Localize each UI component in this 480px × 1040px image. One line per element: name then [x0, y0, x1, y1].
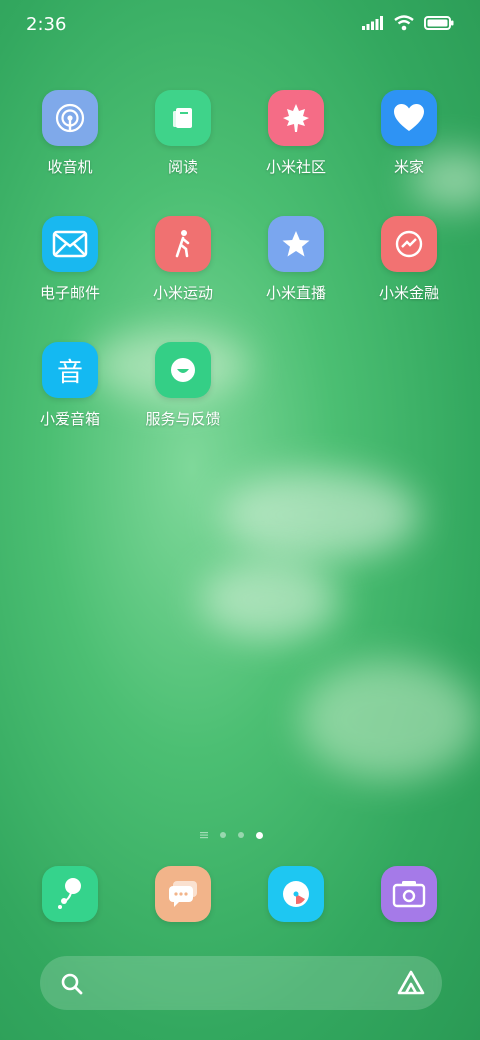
- app-service-feedback[interactable]: 服务与反馈: [128, 342, 238, 429]
- app-mi-community[interactable]: 小米社区: [241, 90, 351, 177]
- book-icon: [155, 90, 211, 146]
- search-icon: [61, 973, 83, 995]
- app-mi-finance[interactable]: 小米金融: [354, 216, 464, 303]
- wallpaper-flower: [220, 470, 420, 560]
- page-dot: [220, 832, 226, 838]
- app-label: 电子邮件: [39, 284, 100, 302]
- wifi-icon: [394, 15, 414, 31]
- chat-icon: [155, 866, 211, 922]
- maple-leaf-icon: [268, 90, 324, 146]
- speaker-glyph-icon: 音: [42, 342, 98, 398]
- app-label: 小米运动: [152, 284, 213, 302]
- app-label: 小爱音箱: [39, 410, 100, 428]
- dock-app-4[interactable]: [354, 866, 464, 922]
- dock-app-1[interactable]: [15, 866, 125, 922]
- assistant-icon[interactable]: [396, 969, 426, 997]
- dock-app-2[interactable]: [128, 866, 238, 922]
- star-icon: [268, 216, 324, 272]
- status-time: 2:36: [26, 14, 67, 35]
- heart-icon: [381, 90, 437, 146]
- page-indicator[interactable]: [200, 831, 263, 839]
- mail-icon: [42, 216, 98, 272]
- browser-icon: [268, 866, 324, 922]
- wallpaper-glow: [300, 660, 480, 780]
- dock-app-3[interactable]: [241, 866, 351, 922]
- search-bar[interactable]: [40, 956, 442, 1010]
- battery-icon: [424, 16, 454, 30]
- app-label: 小米社区: [265, 158, 326, 176]
- finance-icon: [381, 216, 437, 272]
- app-label: 米家: [393, 158, 424, 176]
- app-reading[interactable]: 阅读: [128, 90, 238, 177]
- page-dot: [238, 832, 244, 838]
- balloon-icon: [42, 866, 98, 922]
- app-label: 服务与反馈: [145, 410, 221, 428]
- app-mijia[interactable]: 米家: [354, 90, 464, 177]
- smile-icon: [155, 342, 211, 398]
- app-mi-live[interactable]: 小米直播: [241, 216, 351, 303]
- app-label: 小米金融: [378, 284, 439, 302]
- menu-lines-icon: [200, 832, 208, 839]
- app-label: 收音机: [47, 158, 93, 176]
- signal-icon: [362, 16, 383, 30]
- walking-icon: [155, 216, 211, 272]
- app-mi-fit[interactable]: 小米运动: [128, 216, 238, 303]
- status-bar: 2:36: [0, 0, 480, 50]
- app-label: 阅读: [167, 158, 198, 176]
- radio-icon: [42, 90, 98, 146]
- page-dot-active: [256, 831, 263, 839]
- wallpaper-flower: [200, 560, 340, 640]
- app-label: 小米直播: [265, 284, 326, 302]
- camera-icon: [381, 866, 437, 922]
- app-email[interactable]: 电子邮件: [15, 216, 125, 303]
- speaker-glyph: 音: [56, 357, 83, 388]
- app-xiaoai-speaker[interactable]: 音 小爱音箱: [15, 342, 125, 429]
- app-radio[interactable]: 收音机: [15, 90, 125, 177]
